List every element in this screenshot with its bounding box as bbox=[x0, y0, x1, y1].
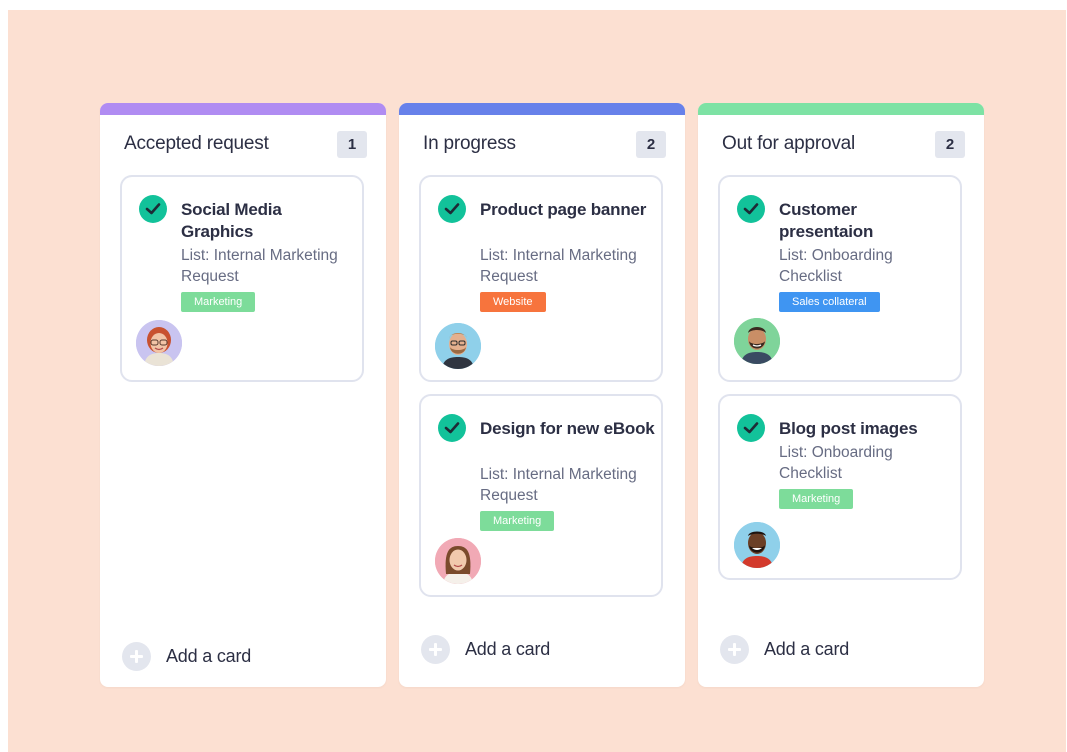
add-card-label: Add a card bbox=[764, 638, 850, 659]
column-card-count: 1 bbox=[337, 131, 367, 158]
card-list-name: List: Internal Marketing Request bbox=[181, 247, 338, 285]
card-list-name: List: Onboarding Checklist bbox=[779, 444, 893, 482]
card-tag: Marketing bbox=[480, 511, 555, 531]
card-list-name: List: Internal Marketing Request bbox=[480, 247, 637, 285]
task-card[interactable]: Design for new eBook List: Internal Mark… bbox=[419, 394, 663, 597]
card-tag: Website bbox=[480, 292, 546, 312]
column-title[interactable]: In progress bbox=[423, 133, 516, 155]
plus-circle-icon bbox=[122, 641, 151, 671]
avatar[interactable] bbox=[734, 522, 780, 568]
add-card-button[interactable]: Add a card bbox=[720, 633, 849, 665]
column-card-count: 2 bbox=[935, 131, 965, 158]
avatar[interactable] bbox=[435, 538, 481, 584]
avatar[interactable] bbox=[734, 318, 780, 364]
card-title: Customer presentaion bbox=[779, 200, 874, 241]
check-circle-icon[interactable] bbox=[737, 195, 765, 223]
board-background: Accepted request 1 Social Media Graphics… bbox=[8, 10, 1066, 752]
card-title: Product page banner bbox=[480, 200, 647, 219]
card-title: Blog post images bbox=[779, 419, 918, 438]
card-tag: Marketing bbox=[779, 489, 854, 509]
card-title: Social Media Graphics bbox=[181, 200, 282, 241]
column-title[interactable]: Out for approval bbox=[722, 133, 855, 155]
check-circle-icon[interactable] bbox=[438, 195, 466, 223]
card-title: Design for new eBook bbox=[480, 419, 655, 438]
column-in-progress: In progress 2 Product page banner List: … bbox=[399, 103, 685, 687]
check-circle-icon[interactable] bbox=[139, 195, 167, 223]
avatar[interactable] bbox=[136, 320, 182, 366]
task-card[interactable]: Customer presentaion List: Onboarding Ch… bbox=[718, 175, 962, 382]
card-tag: Marketing bbox=[181, 292, 256, 312]
add-card-label: Add a card bbox=[465, 638, 551, 659]
task-card[interactable]: Product page banner List: Internal Marke… bbox=[419, 175, 663, 382]
column-accepted-request: Accepted request 1 Social Media Graphics… bbox=[100, 103, 386, 687]
column-out-for-approval: Out for approval 2 Customer presentaion … bbox=[698, 103, 984, 687]
column-accent-bar bbox=[100, 103, 386, 115]
check-circle-icon[interactable] bbox=[737, 414, 765, 442]
plus-circle-icon bbox=[720, 634, 749, 664]
check-circle-icon[interactable] bbox=[438, 414, 466, 442]
column-title[interactable]: Accepted request bbox=[124, 133, 269, 155]
add-card-button[interactable]: Add a card bbox=[122, 640, 251, 672]
add-card-button[interactable]: Add a card bbox=[421, 633, 550, 665]
avatar[interactable] bbox=[435, 323, 481, 369]
column-accent-bar bbox=[399, 103, 685, 115]
column-accent-bar bbox=[698, 103, 984, 115]
card-list-name: List: Internal Marketing Request bbox=[480, 466, 637, 504]
card-list-name: List: Onboarding Checklist bbox=[779, 247, 893, 285]
task-card[interactable]: Social Media Graphics List: Internal Mar… bbox=[120, 175, 364, 382]
column-card-count: 2 bbox=[636, 131, 666, 158]
task-card[interactable]: Blog post images List: Onboarding Checkl… bbox=[718, 394, 962, 580]
add-card-label: Add a card bbox=[166, 645, 252, 666]
plus-circle-icon bbox=[421, 634, 450, 664]
card-tag: Sales collateral bbox=[779, 292, 880, 312]
